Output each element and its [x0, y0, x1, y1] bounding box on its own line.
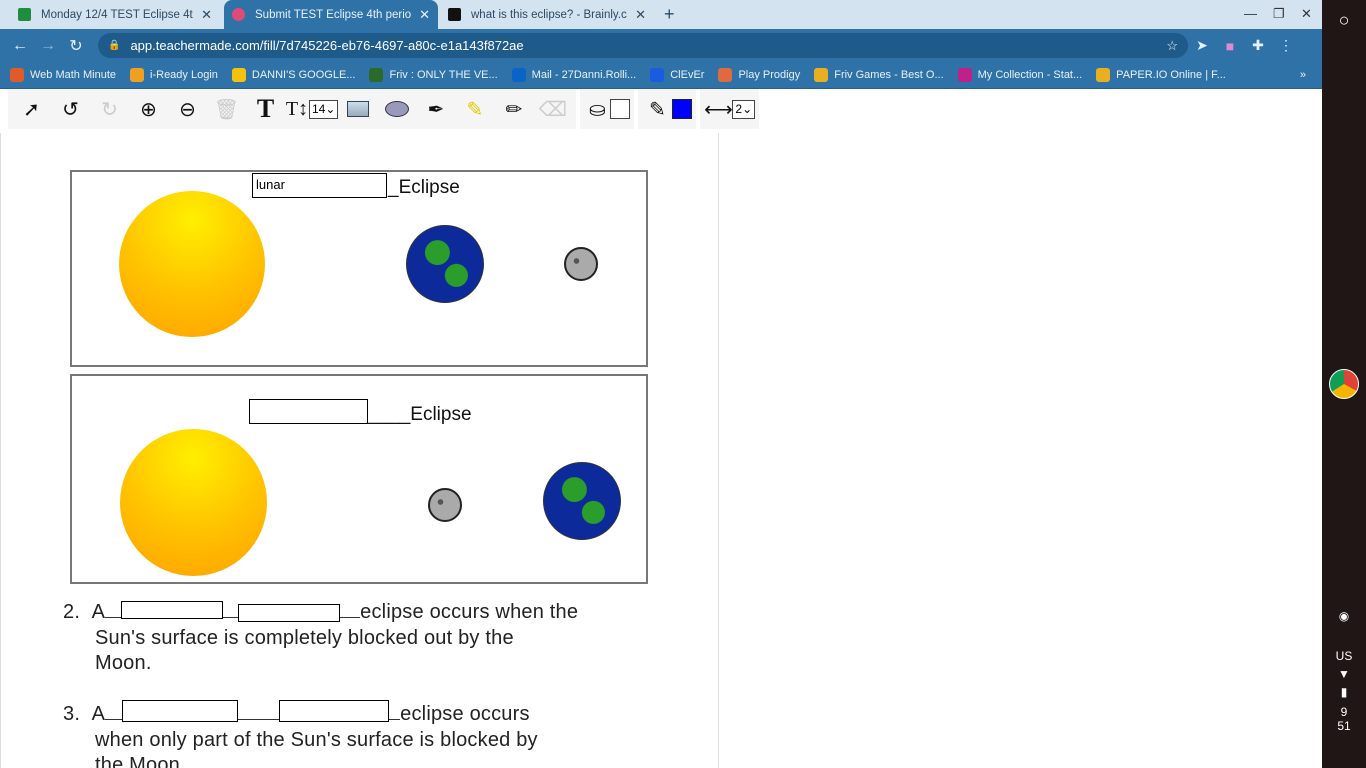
- moon-image: [428, 488, 462, 522]
- undo-icon[interactable]: ↺: [51, 89, 90, 129]
- bookmark[interactable]: Web Math Minute: [10, 68, 116, 82]
- bookmark-icon: [511, 68, 526, 82]
- forward-button[interactable]: →: [34, 37, 62, 55]
- keyboard-locale[interactable]: US: [1322, 649, 1366, 663]
- tab-brainly[interactable]: what is this eclipse? - Brainly.com ✕: [440, 0, 654, 29]
- eclipse-panel-2: ____Eclipse: [70, 374, 648, 584]
- bookmark[interactable]: Friv : ONLY THE VE...: [369, 68, 498, 82]
- bookmark-icon: [231, 68, 246, 82]
- launcher-icon[interactable]: ○: [1322, 10, 1366, 31]
- drawing-toolbar: ➚ ↺ ↻ ⊕ ⊖ 🗑 T T↕ 14⌄ ✒ ✎ ✏ ⌫ ⛀ ✎ ⟷ 2⌄: [0, 89, 1322, 129]
- more-bookmarks-icon[interactable]: »: [1300, 69, 1306, 81]
- rectangle-tool-icon[interactable]: [338, 89, 377, 129]
- bookmark-icon: [957, 68, 972, 82]
- select-tool-icon[interactable]: ➚: [12, 89, 51, 129]
- close-tab-icon[interactable]: ✕: [419, 7, 430, 23]
- q2-blank-1-input[interactable]: [121, 601, 223, 619]
- eclipse-panel-1: lunar _Eclipse: [70, 170, 648, 367]
- extension-icon[interactable]: ■: [1216, 38, 1244, 54]
- eclipse-label: _Eclipse: [388, 177, 460, 198]
- bookmark[interactable]: My Collection - Stat...: [957, 68, 1082, 82]
- restore-button[interactable]: ❐: [1273, 6, 1285, 22]
- pencil-tool-icon[interactable]: ✏: [494, 89, 533, 129]
- q3-blank-2-input[interactable]: [279, 700, 389, 722]
- back-button[interactable]: ←: [6, 37, 34, 55]
- bookmark-icon: [718, 68, 733, 82]
- stroke-color-swatch[interactable]: [672, 99, 693, 119]
- address-bar[interactable]: 🔒 app.teachermade.com/fill/7d745226-eb76-…: [98, 33, 1188, 58]
- fill-color-swatch[interactable]: [610, 99, 631, 119]
- bookmark[interactable]: DANNI'S GOOGLE...: [231, 68, 355, 82]
- battery-icon[interactable]: ▮: [1322, 685, 1366, 699]
- bookmark-icon: [369, 68, 384, 82]
- teachermade-icon: [232, 8, 245, 21]
- line-width-select[interactable]: 2⌄: [732, 99, 756, 119]
- eclipse-type-input-2[interactable]: [249, 399, 368, 424]
- q3-blank-1-input[interactable]: [122, 700, 238, 722]
- earth-image: [543, 462, 621, 540]
- eraser-icon[interactable]: ⌫: [533, 89, 572, 129]
- bookmark-icon: [650, 68, 665, 82]
- new-tab-button[interactable]: +: [664, 4, 675, 25]
- zoom-in-icon[interactable]: ⊕: [129, 89, 168, 129]
- extension-cursor-icon[interactable]: ➤: [1188, 37, 1216, 54]
- moon-image: [564, 247, 598, 281]
- text-tool-icon[interactable]: T: [246, 89, 285, 129]
- lock-icon: 🔒: [108, 40, 121, 51]
- bookmark-icon: [814, 68, 829, 82]
- media-icon[interactable]: ◉: [1322, 609, 1366, 623]
- bookmark[interactable]: ClEvEr: [650, 68, 704, 82]
- worksheet: lunar _Eclipse ____Eclipse 2. Aeclipse o…: [0, 133, 719, 768]
- puzzle-icon[interactable]: ✚: [1244, 37, 1272, 54]
- q2-blank-2-input[interactable]: [238, 604, 340, 622]
- tab-strip: Monday 12/4 TEST Eclipse 4th p ✕ Submit T…: [0, 0, 1322, 29]
- browser-toolbar: ← → ↻ 🔒 app.teachermade.com/fill/7d745226…: [0, 29, 1322, 62]
- stroke-pen-icon[interactable]: ✎: [642, 89, 672, 129]
- tab-monday-test[interactable]: Monday 12/4 TEST Eclipse 4th p ✕: [10, 0, 220, 29]
- close-tab-icon[interactable]: ✕: [201, 7, 212, 23]
- wifi-icon[interactable]: ▼: [1322, 667, 1366, 681]
- clock-hours[interactable]: 9: [1322, 705, 1366, 719]
- pen-tool-icon[interactable]: ✒: [416, 89, 455, 129]
- ellipse-tool-icon[interactable]: [377, 89, 416, 129]
- line-width-icon: ⟷: [704, 98, 733, 121]
- earth-image: [406, 225, 484, 303]
- fill-bucket-icon[interactable]: ⛀: [584, 89, 610, 129]
- zoom-out-icon[interactable]: ⊖: [168, 89, 207, 129]
- eclipse-label: ____Eclipse: [368, 404, 472, 425]
- bookmark[interactable]: Friv Games - Best O...: [814, 68, 944, 82]
- trash-icon[interactable]: 🗑: [207, 89, 246, 129]
- highlighter-icon[interactable]: ✎: [455, 89, 494, 129]
- brainly-icon: [448, 8, 461, 21]
- clock-minutes[interactable]: 51: [1322, 719, 1366, 733]
- bookmark[interactable]: PAPER.IO Online | F...: [1096, 68, 1226, 82]
- sheets-icon: [18, 8, 31, 21]
- bookmarks-bar: Web Math Minute i-Ready Login DANNI'S GO…: [0, 62, 1322, 89]
- sun-image: [119, 191, 265, 337]
- close-window-button[interactable]: ✕: [1301, 6, 1312, 22]
- bookmark-star-icon[interactable]: ☆: [1166, 38, 1178, 54]
- menu-icon[interactable]: ⋮: [1272, 37, 1300, 54]
- tab-submit-test[interactable]: Submit TEST Eclipse 4th period ✕: [224, 0, 438, 29]
- reload-button[interactable]: ↻: [62, 36, 90, 56]
- chrome-icon[interactable]: [1329, 369, 1359, 399]
- close-tab-icon[interactable]: ✕: [635, 7, 646, 23]
- bookmark[interactable]: Mail - 27Danni.Rolli...: [511, 68, 636, 82]
- eclipse-type-input-1[interactable]: lunar: [252, 173, 387, 198]
- bookmark-icon: [1096, 68, 1111, 82]
- font-size-select[interactable]: 14⌄: [309, 99, 339, 119]
- bookmark-icon: [10, 68, 24, 82]
- bookmark[interactable]: Play Prodigy: [718, 68, 800, 82]
- minimize-button[interactable]: —: [1244, 6, 1257, 21]
- text-size-icon: T↕: [285, 97, 309, 120]
- os-shelf: ○ ◉ US ▼ ▮ 9 51: [1322, 0, 1366, 768]
- bookmark[interactable]: i-Ready Login: [130, 68, 218, 82]
- redo-icon[interactable]: ↻: [90, 89, 129, 129]
- bookmark-icon: [130, 68, 145, 82]
- sun-image: [120, 429, 267, 576]
